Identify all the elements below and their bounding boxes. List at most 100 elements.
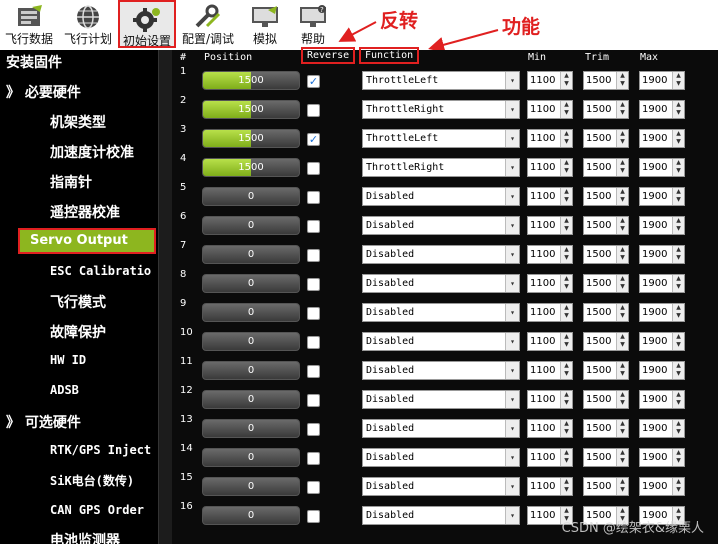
sidebar-item-sik-radio[interactable]: SiK电台(数传)	[50, 472, 134, 489]
toolbar-simulation-button[interactable]: 模拟	[244, 0, 286, 48]
chevron-down-icon[interactable]: ▾	[505, 391, 519, 408]
min-input[interactable]: 1100 ▲ ▼	[527, 477, 573, 496]
spin-arrows-icon[interactable]: ▲ ▼	[672, 478, 684, 495]
sidebar-item-battery-monitor[interactable]: 电池监测器	[50, 530, 120, 544]
function-select[interactable]: Disabled ▾	[362, 245, 520, 264]
spin-arrows-icon[interactable]: ▲ ▼	[616, 420, 628, 437]
chevron-down-icon[interactable]: ▾	[505, 101, 519, 118]
spin-arrows-icon[interactable]: ▲ ▼	[560, 420, 572, 437]
spin-arrows-icon[interactable]: ▲ ▼	[616, 101, 628, 118]
chevron-down-icon[interactable]: ▾	[505, 275, 519, 292]
reverse-checkbox[interactable]	[307, 452, 320, 465]
function-select[interactable]: Disabled ▾	[362, 216, 520, 235]
reverse-checkbox[interactable]: ✓	[307, 133, 320, 146]
spin-arrows-icon[interactable]: ▲ ▼	[616, 246, 628, 263]
spin-arrows-icon[interactable]: ▲ ▼	[560, 478, 572, 495]
trim-input[interactable]: 1500 ▲ ▼	[583, 245, 629, 264]
spin-arrows-icon[interactable]: ▲ ▼	[672, 333, 684, 350]
max-input[interactable]: 1900 ▲ ▼	[639, 390, 685, 409]
spin-arrows-icon[interactable]: ▲ ▼	[672, 420, 684, 437]
min-input[interactable]: 1100 ▲ ▼	[527, 303, 573, 322]
function-select[interactable]: Disabled ▾	[362, 187, 520, 206]
max-input[interactable]: 1900 ▲ ▼	[639, 100, 685, 119]
chevron-down-icon[interactable]: ▾	[505, 478, 519, 495]
max-input[interactable]: 1900 ▲ ▼	[639, 216, 685, 235]
reverse-checkbox[interactable]	[307, 191, 320, 204]
function-select[interactable]: Disabled ▾	[362, 506, 520, 525]
max-input[interactable]: 1900 ▲ ▼	[639, 419, 685, 438]
min-input[interactable]: 1100 ▲ ▼	[527, 129, 573, 148]
max-input[interactable]: 1900 ▲ ▼	[639, 274, 685, 293]
reverse-checkbox[interactable]	[307, 481, 320, 494]
function-select[interactable]: Disabled ▾	[362, 332, 520, 351]
trim-input[interactable]: 1500 ▲ ▼	[583, 448, 629, 467]
min-input[interactable]: 1100 ▲ ▼	[527, 216, 573, 235]
sidebar-item-compass[interactable]: 指南针	[50, 172, 92, 192]
toolbar-config-tuning-button[interactable]: 配置/调试	[180, 0, 236, 48]
trim-input[interactable]: 1500 ▲ ▼	[583, 100, 629, 119]
function-select[interactable]: Disabled ▾	[362, 361, 520, 380]
max-input[interactable]: 1900 ▲ ▼	[639, 477, 685, 496]
function-select[interactable]: Disabled ▾	[362, 274, 520, 293]
toolbar-help-button[interactable]: ? 帮助	[292, 0, 334, 48]
spin-arrows-icon[interactable]: ▲ ▼	[672, 391, 684, 408]
function-select[interactable]: Disabled ▾	[362, 390, 520, 409]
sidebar-splitter[interactable]	[158, 50, 172, 544]
function-select[interactable]: Disabled ▾	[362, 448, 520, 467]
trim-input[interactable]: 1500 ▲ ▼	[583, 274, 629, 293]
toolbar-initial-setup-button[interactable]: 初始设置	[118, 0, 176, 48]
trim-input[interactable]: 1500 ▲ ▼	[583, 187, 629, 206]
min-input[interactable]: 1100 ▲ ▼	[527, 390, 573, 409]
function-select[interactable]: Disabled ▾	[362, 419, 520, 438]
spin-arrows-icon[interactable]: ▲ ▼	[560, 333, 572, 350]
spin-arrows-icon[interactable]: ▲ ▼	[616, 188, 628, 205]
min-input[interactable]: 1100 ▲ ▼	[527, 361, 573, 380]
min-input[interactable]: 1100 ▲ ▼	[527, 71, 573, 90]
spin-arrows-icon[interactable]: ▲ ▼	[560, 72, 572, 89]
reverse-checkbox[interactable]	[307, 336, 320, 349]
sidebar-item-frame-type[interactable]: 机架类型	[50, 112, 106, 132]
sidebar-item-flight-modes[interactable]: 飞行模式	[50, 292, 106, 312]
spin-arrows-icon[interactable]: ▲ ▼	[560, 449, 572, 466]
spin-arrows-icon[interactable]: ▲ ▼	[616, 275, 628, 292]
chevron-down-icon[interactable]: ▾	[505, 159, 519, 176]
spin-arrows-icon[interactable]: ▲ ▼	[560, 130, 572, 147]
spin-arrows-icon[interactable]: ▲ ▼	[616, 130, 628, 147]
sidebar-item-hw-id[interactable]: HW ID	[50, 353, 86, 367]
min-input[interactable]: 1100 ▲ ▼	[527, 332, 573, 351]
chevron-down-icon[interactable]: ▾	[505, 246, 519, 263]
spin-arrows-icon[interactable]: ▲ ▼	[672, 72, 684, 89]
max-input[interactable]: 1900 ▲ ▼	[639, 245, 685, 264]
spin-arrows-icon[interactable]: ▲ ▼	[616, 391, 628, 408]
spin-arrows-icon[interactable]: ▲ ▼	[560, 275, 572, 292]
sidebar-item-radio-calibration[interactable]: 遥控器校准	[50, 202, 120, 222]
spin-arrows-icon[interactable]: ▲ ▼	[672, 130, 684, 147]
spin-arrows-icon[interactable]: ▲ ▼	[560, 188, 572, 205]
function-select[interactable]: ThrottleLeft ▾	[362, 129, 520, 148]
reverse-checkbox[interactable]	[307, 307, 320, 320]
spin-arrows-icon[interactable]: ▲ ▼	[672, 449, 684, 466]
sidebar-install-firmware[interactable]: 安装固件	[6, 52, 62, 72]
sidebar-item-rtk-gps-inject[interactable]: RTK/GPS Inject	[50, 443, 151, 457]
chevron-down-icon[interactable]: ▾	[505, 130, 519, 147]
trim-input[interactable]: 1500 ▲ ▼	[583, 477, 629, 496]
spin-arrows-icon[interactable]: ▲ ▼	[616, 449, 628, 466]
spin-arrows-icon[interactable]: ▲ ▼	[560, 391, 572, 408]
min-input[interactable]: 1100 ▲ ▼	[527, 274, 573, 293]
chevron-down-icon[interactable]: ▾	[505, 507, 519, 524]
max-input[interactable]: 1900 ▲ ▼	[639, 71, 685, 90]
trim-input[interactable]: 1500 ▲ ▼	[583, 71, 629, 90]
spin-arrows-icon[interactable]: ▲ ▼	[560, 362, 572, 379]
reverse-checkbox[interactable]	[307, 220, 320, 233]
spin-arrows-icon[interactable]: ▲ ▼	[672, 217, 684, 234]
trim-input[interactable]: 1500 ▲ ▼	[583, 158, 629, 177]
reverse-checkbox[interactable]	[307, 423, 320, 436]
reverse-checkbox[interactable]	[307, 249, 320, 262]
spin-arrows-icon[interactable]: ▲ ▼	[672, 101, 684, 118]
reverse-checkbox[interactable]	[307, 162, 320, 175]
reverse-checkbox[interactable]	[307, 104, 320, 117]
sidebar-item-accel-calibration[interactable]: 加速度计校准	[50, 142, 134, 162]
chevron-down-icon[interactable]: ▾	[505, 72, 519, 89]
sidebar-group-required[interactable]: 》 必要硬件	[6, 82, 81, 102]
sidebar-group-optional[interactable]: 》 可选硬件	[6, 412, 81, 432]
